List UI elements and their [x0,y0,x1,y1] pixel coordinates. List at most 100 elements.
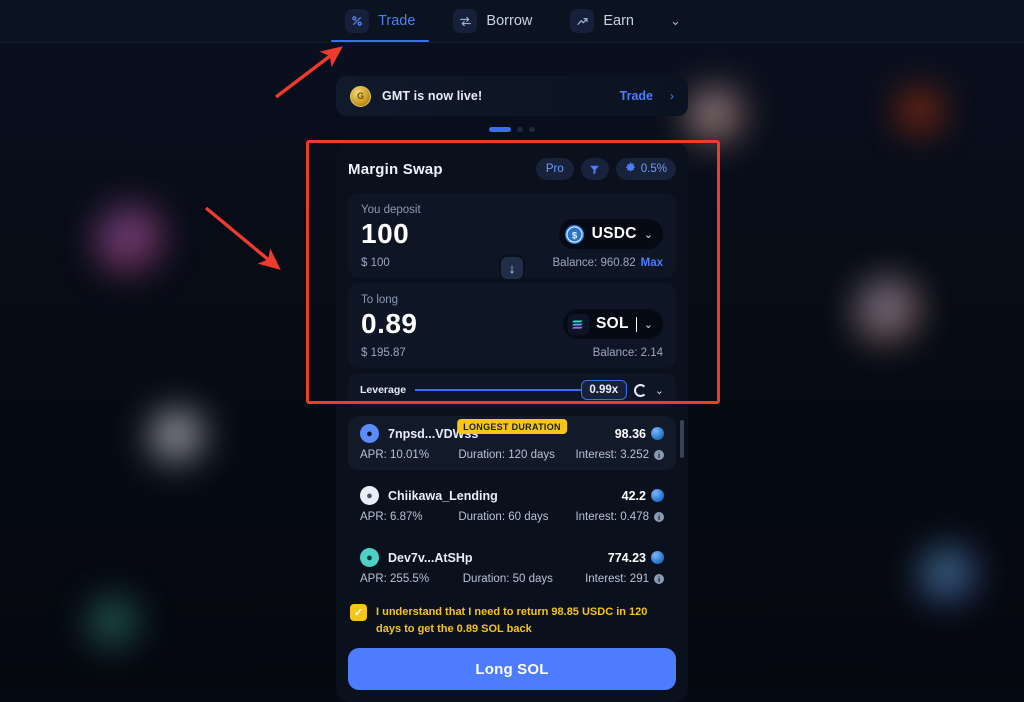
list-item[interactable]: LONGEST DURATION ● 7npsd...VDWss 98.36 A… [348,416,676,470]
swap-direction-button[interactable]: ↓ [499,255,525,281]
leverage-slider[interactable]: 0.99x [415,380,627,400]
lender-apr: APR: 6.87% [360,511,423,523]
lender-name: Dev7v...AtSHp [388,550,473,565]
leverage-slider-fill [415,389,603,391]
lender-interest: Interest: 3.252 [575,449,649,461]
to-long-row: 0.89 SOL ⌄ [361,308,663,340]
background-blob [96,206,166,278]
nav-items: Trade Borrow Earn ⌄ [331,0,685,42]
avatar: ● [360,424,379,443]
deposit-max-button[interactable]: Max [641,257,663,269]
to-long-label: To long [361,294,399,306]
page-title: Margin Swap [348,160,443,178]
pro-mode-button[interactable]: Pro [535,158,574,180]
lender-interest: Interest: 291 [585,573,649,585]
deposit-token-selector[interactable]: $ USDC ⌄ [558,219,663,249]
lender-amount: 774.23 [607,550,646,565]
swap-arrows-icon [453,9,478,33]
usdc-coin-icon [651,427,664,440]
chevron-down-icon[interactable]: ⌄ [666,13,685,29]
background-blob [686,88,748,150]
promo-banner-trade-link[interactable]: Trade [620,89,653,103]
text-cursor [635,316,637,332]
usdc-coin-icon [651,551,664,564]
background-blob [856,278,922,348]
carousel-dot-2[interactable] [517,127,523,132]
gear-icon [625,162,636,176]
lender-offer-list: LONGEST DURATION ● 7npsd...VDWss 98.36 A… [348,416,684,594]
long-sol-button[interactable]: Long SOL [348,648,676,690]
to-long-balance: Balance: 2.14 [592,347,663,359]
deposit-token-symbol: USDC [591,225,637,242]
info-icon[interactable]: i [654,450,664,460]
swap-inputs: You deposit 100 $ USDC ⌄ $ 100 Balance: … [348,193,676,368]
arrow-down-icon: ↓ [508,260,516,276]
lender-duration: Duration: 120 days [458,449,555,461]
solana-icon [568,313,590,335]
background-blob [88,598,142,652]
margin-swap-card: Margin Swap Pro 0.5% You deposit 100 $ U… [336,143,688,702]
banner-carousel-dots [336,127,688,132]
info-icon[interactable]: i [654,574,664,584]
deposit-row: 100 $ USDC ⌄ [361,218,663,250]
slippage-value: 0.5% [640,163,667,175]
leverage-value[interactable]: 0.99x [580,380,627,400]
trend-up-icon [570,9,595,33]
deposit-amount-input[interactable]: 100 [361,218,559,250]
chevron-down-icon[interactable]: ⌄ [655,384,664,397]
avatar: ● [360,548,379,567]
chevron-right-icon: › [670,89,674,103]
usdc-coin-icon [651,489,664,502]
nav-tab-earn[interactable]: Earn [564,0,640,42]
background-blob [898,90,946,138]
list-item[interactable]: ● Dev7v...AtSHp 774.23 APR: 255.5% Durat… [348,540,676,594]
loading-spinner-icon [633,383,647,397]
funnel-icon[interactable] [580,158,609,180]
lender-amount: 98.36 [614,426,646,441]
list-item[interactable]: ● Chiikawa_Lending 42.2 APR: 6.87% Durat… [348,478,676,532]
nav-tab-trade-label: Trade [378,13,416,29]
slippage-settings-button[interactable]: 0.5% [615,158,676,180]
disclaimer-checkbox[interactable]: ✓ [350,604,367,621]
lender-header: ● Dev7v...AtSHp 774.23 [360,548,664,567]
deposit-label: You deposit [361,204,421,216]
to-long-usd-value: $ 195.87 [361,347,406,359]
promo-banner[interactable]: G GMT is now live! Trade › [336,76,688,116]
lender-interest: Interest: 0.478 [575,511,649,523]
nav-tab-borrow-label: Borrow [486,13,533,29]
lender-stats: APR: 6.87% Duration: 60 days Interest: 0… [360,511,664,523]
leverage-label: Leverage [360,384,407,396]
to-long-footer: $ 195.87 Balance: 2.14 [361,347,663,359]
nav-tab-trade[interactable]: Trade [331,0,430,42]
lender-list-scrollbar[interactable] [680,420,684,458]
main-column: G GMT is now live! Trade › Margin Swap P… [336,0,688,702]
lender-amount: 42.2 [621,488,646,503]
lender-stats: APR: 255.5% Duration: 50 days Interest: … [360,573,664,585]
deposit-balance: Balance: 960.82 [552,257,636,269]
disclaimer-text: I understand that I need to return 98.85… [376,606,648,635]
background-blob [920,548,978,606]
to-long-token-symbol: SOL [596,315,629,332]
carousel-dot-1[interactable] [489,127,511,132]
status-badge: LONGEST DURATION [457,419,567,434]
nav-tab-earn-label: Earn [603,13,634,29]
leverage-control: Leverage 0.99x ⌄ [348,373,676,407]
disclaimer-row: ✓ I understand that I need to return 98.… [348,604,676,637]
chevron-down-icon: ⌄ [643,318,653,331]
usdc-coin-icon: $ [564,224,585,245]
lender-name: Chiikawa_Lending [388,488,498,503]
top-navigation-bar: Trade Borrow Earn ⌄ [0,0,1024,43]
leverage-extras: ⌄ [633,383,664,397]
nav-tab-borrow[interactable]: Borrow [447,0,538,42]
svg-text:$: $ [571,230,577,241]
carousel-dot-3[interactable] [529,127,535,132]
gmt-coin-icon: G [350,85,371,107]
lender-duration: Duration: 60 days [458,511,549,523]
percent-icon [345,9,370,33]
info-icon[interactable]: i [654,512,664,522]
to-long-token-selector[interactable]: SOL ⌄ [563,309,663,339]
chevron-down-icon: ⌄ [643,228,653,241]
promo-banner-text: GMT is now live! [382,89,483,103]
to-long-amount-input[interactable]: 0.89 [361,308,563,340]
lender-stats: APR: 10.01% Duration: 120 days Interest:… [360,449,664,461]
